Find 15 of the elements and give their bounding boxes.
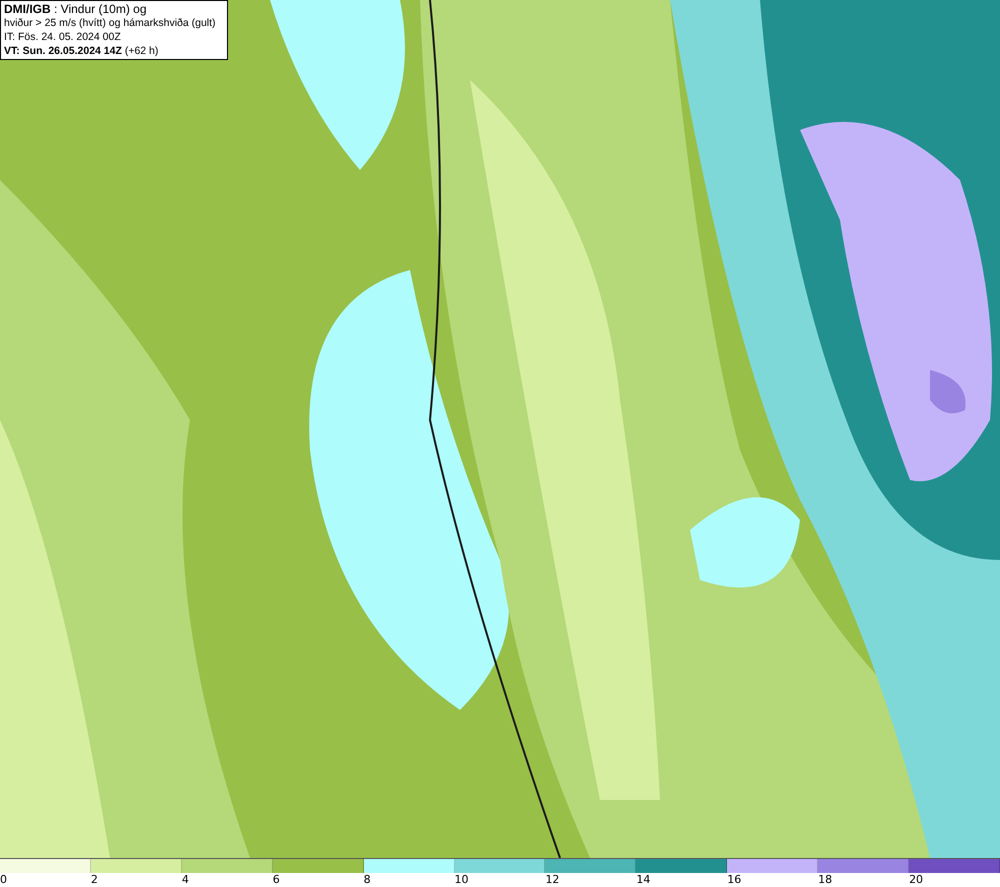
header-text: DMI/IGB : Vindur (10m) og [4, 2, 148, 16]
header-text: VT: Sun. 26.05.2024 14Z (+62 h) [4, 44, 160, 58]
legend-label: 2 [90, 873, 98, 886]
legend-label: 16 [727, 873, 742, 886]
header-text: hviður > 25 m/s (hvítt) og hámarkshviða (gult) [4, 16, 217, 30]
legend-label: 10 [454, 873, 469, 886]
legend-label: 12 [545, 873, 560, 886]
legend-label: 8 [364, 873, 371, 886]
legend-label: 0 [0, 873, 7, 886]
legend-label: 18 [818, 873, 832, 886]
header-text: IT: Fös. 24. 05. 2024 00Z [4, 30, 122, 44]
legend-label: 4 [182, 873, 189, 886]
legend-label: 6 [272, 873, 280, 886]
legend-label: 14 [636, 873, 650, 886]
legend-label: 20 [909, 873, 924, 886]
